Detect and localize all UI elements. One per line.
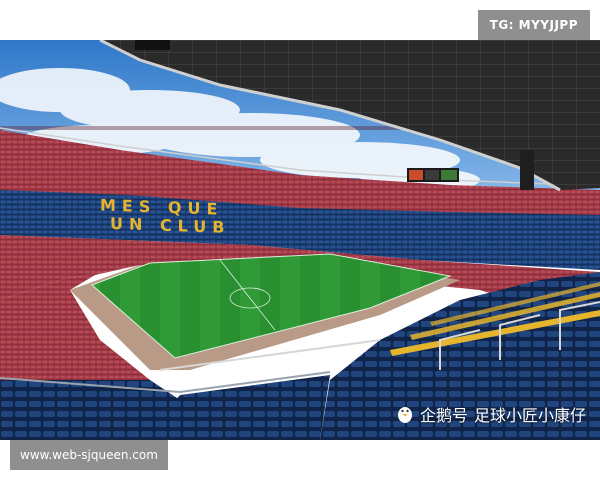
footer-url: www.web-sjqueen.com xyxy=(10,440,168,470)
channel-tag-badge: TG: MYYJJPP xyxy=(477,10,590,40)
watermark: 企鹅号 足球小匠小康仔 xyxy=(396,402,586,426)
watermark-platform: 企鹅号 xyxy=(419,406,468,425)
penguin-icon xyxy=(396,404,414,424)
watermark-author: 足球小匠小康仔 xyxy=(473,406,586,425)
stadium-photo: MES QUE UN CLUB xyxy=(0,40,600,440)
